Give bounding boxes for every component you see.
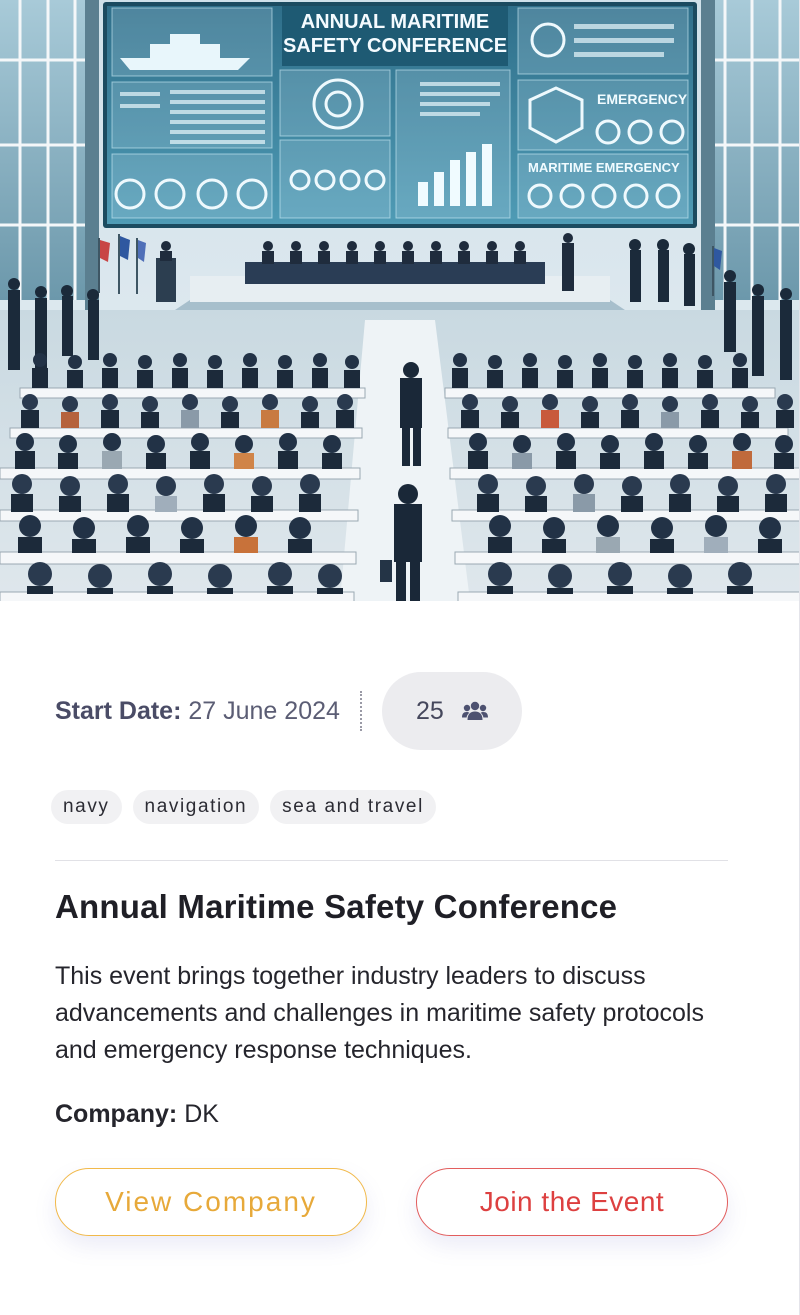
view-company-button[interactable]: View Company xyxy=(55,1168,367,1236)
start-date-value: 27 June 2024 xyxy=(188,696,340,725)
event-title: Annual Maritime Safety Conference xyxy=(55,888,618,925)
tag-navigation[interactable]: navigation xyxy=(132,790,260,824)
tag-list: navy navigation sea and travel xyxy=(51,790,436,824)
event-meta-row: Start Date: 27 June 2024 25 xyxy=(55,672,522,750)
tag-sea-and-travel[interactable]: sea and travel xyxy=(270,790,436,824)
attendee-count: 25 xyxy=(416,696,444,725)
join-event-button[interactable]: Join the Event xyxy=(416,1168,728,1236)
hero-screen-emergency-text: EMERGENCY xyxy=(597,91,688,107)
start-date: Start Date: 27 June 2024 xyxy=(55,697,340,726)
meta-divider xyxy=(359,691,362,731)
event-description: This event brings together industry lead… xyxy=(55,962,704,1064)
hero-banner-title-line2: SAFETY CONFERENCE xyxy=(283,35,507,57)
company-info: Company: DK xyxy=(55,1100,219,1129)
event-card: ANNUAL MARITIME SAFETY CONFERENCE EMERGE… xyxy=(0,0,800,1315)
company-label: Company: xyxy=(55,1100,178,1128)
start-date-label: Start Date: xyxy=(55,696,182,725)
section-divider xyxy=(55,860,728,861)
company-value: DK xyxy=(184,1100,219,1128)
hero-banner-title-line1: ANNUAL MARITIME xyxy=(301,11,490,33)
event-hero-image: ANNUAL MARITIME SAFETY CONFERENCE EMERGE… xyxy=(0,0,800,601)
attendee-count-badge: 25 xyxy=(381,672,522,750)
hero-screen-maritime-text: MARITIME EMERGENCY xyxy=(528,160,680,175)
tag-navy[interactable]: navy xyxy=(51,790,122,824)
users-icon xyxy=(461,701,488,720)
